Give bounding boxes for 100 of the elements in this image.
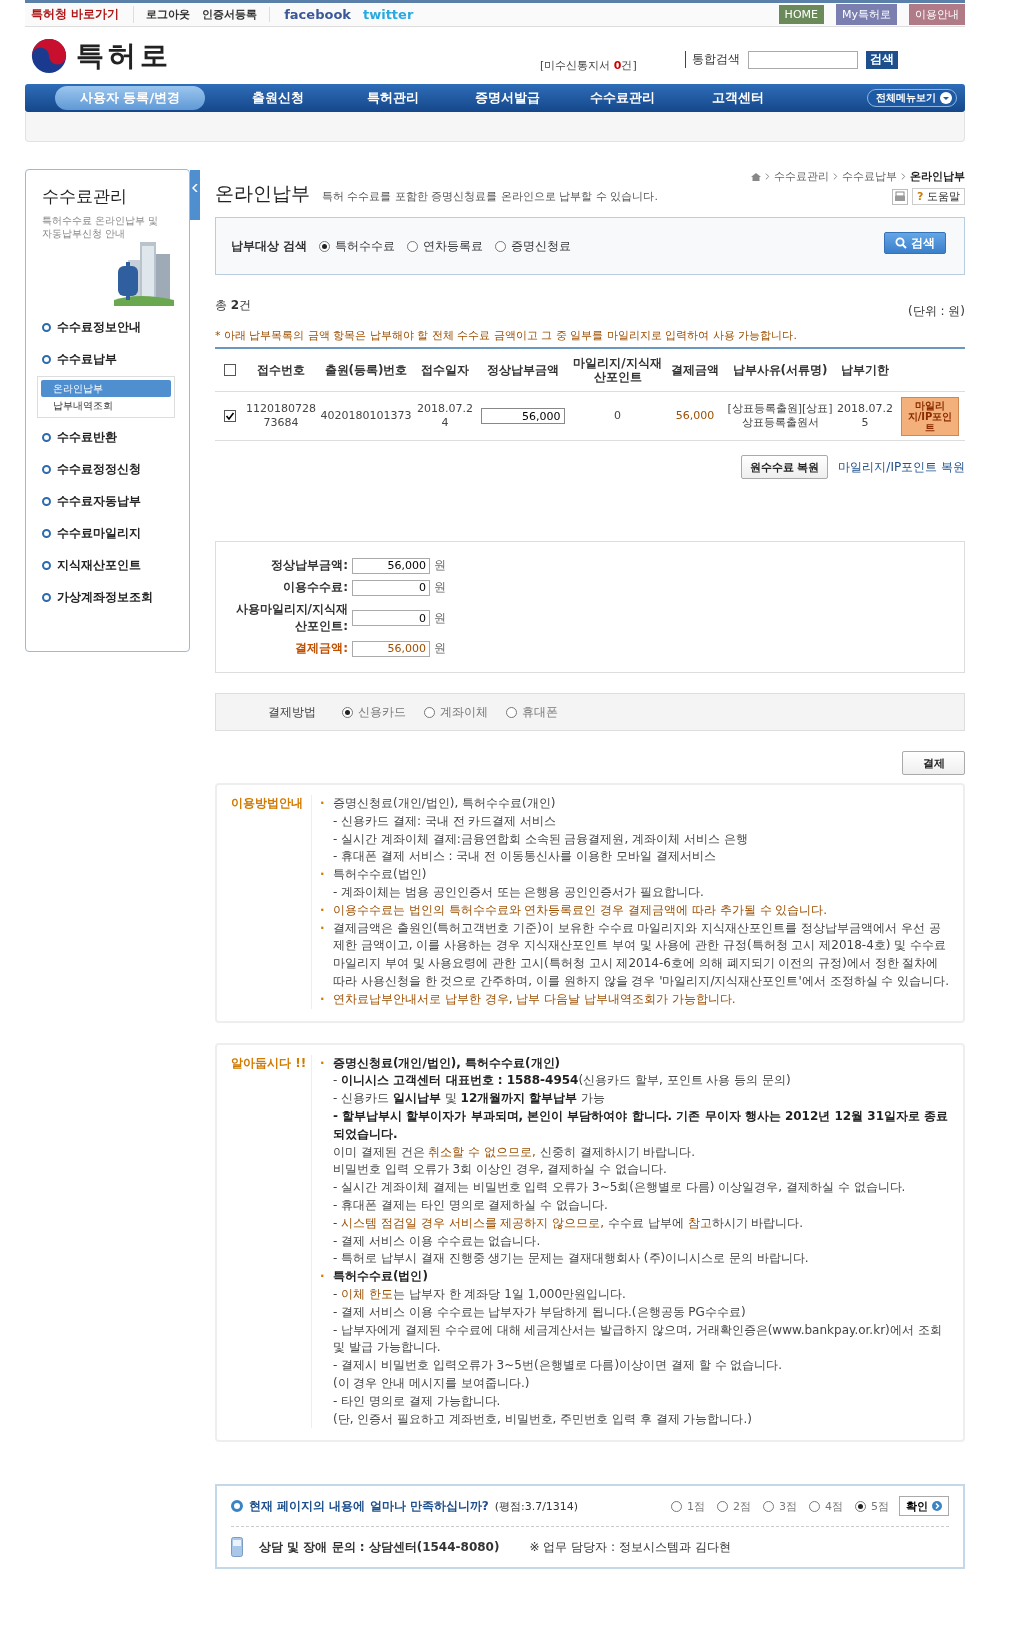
search-field[interactable] [747,50,858,69]
contact-text: 상담 및 장애 문의 : 상담센터(1544-8080) [259,1538,500,1556]
nav-tab[interactable]: 증명서발급 [450,86,565,110]
unit-label: (단위 : 원) [907,303,965,320]
nav-tab[interactable]: 특허관리 [335,86,450,110]
sidebar-item[interactable]: 수수료자동납부 [42,486,189,516]
chevron-icon [192,184,198,192]
info-text: 연차료납부안내서로 납부한 경우, 납부 다음날 납부내역조회가 가능합니다. [333,990,737,1008]
page-description: 특허 수수료를 포함한 증명신청료를 온라인으로 납부할 수 있습니다. [322,189,658,204]
search-label: 통합검색 [684,51,740,68]
checkbox[interactable] [224,364,236,376]
help-button[interactable]: ? 도움말 [912,188,965,205]
radio-button[interactable] [763,1500,774,1512]
info-text: (단, 인증서 필요하고 계좌번호, 비밀번호, 주민번호 입력 후 결제 가능합니다.) [333,1410,753,1428]
info-text: - 결제 서비스 이용 수수료는 없습니다. [333,1232,542,1250]
notice-text: * 아래 납부목록의 금액 항목은 납부해야 할 전체 수수료 금액이고 그 중 일부를 마일리지로 입력하여 사용 가능합니다. [215,328,798,343]
summary-label: 이용수수료: [282,579,348,596]
info-text: - 이체 한도는 납부자 한 계좌당 1일 1,000만원입니다. [333,1285,627,1303]
shortcut-link[interactable]: 특허청 바로가기 [25,6,135,23]
sidebar-item[interactable]: 가상계좌정보조회 [42,582,189,612]
restore-button[interactable]: 원수수료 복원 [740,455,829,479]
table-cell: 4020180101373 [320,409,412,423]
amount-field[interactable]: 56,000 [352,640,430,657]
search-icon [895,237,907,249]
column-header: 납부기한 [841,363,889,377]
home-icon[interactable] [751,171,761,182]
bullet-mark: · [320,990,326,1008]
logo-text[interactable]: 특허로 [76,36,172,75]
sidebar-item[interactable]: 수수료정보안내 [42,312,189,342]
info-text: 특허수수료(법인) [333,866,428,884]
top-button[interactable]: HOME [778,5,824,24]
radio-button[interactable] [506,706,517,718]
radio-label: 계좌이체 [440,703,488,721]
collapse-tab[interactable] [190,170,200,220]
info-title: 알아둡시다 !! [231,1054,312,1429]
breadcrumb-link[interactable]: 수수료납부 [842,169,897,184]
radio-button[interactable] [495,240,507,252]
table-cell: 56,000 [675,409,715,423]
submenu-item[interactable]: 납부내역조회 [41,397,171,414]
print-icon[interactable] [892,188,909,205]
total-count: 총 2건 [215,297,252,314]
payment-method-label: 결제방법 [268,703,316,721]
radio-button[interactable] [342,706,353,718]
radio-button[interactable] [855,1500,866,1512]
rating-text: (평점:3.7/1314) [494,1498,579,1514]
breadcrumb-link[interactable]: 수수료관리 [774,169,829,184]
radio-button[interactable] [809,1500,820,1512]
emblem-icon [30,36,68,75]
info-text: - 결제 서비스 이용 수수료는 납부자가 부담하게 됩니다.(은행공동 PG수수료) [333,1303,747,1321]
search-button[interactable]: 검색 [865,50,898,69]
radio-button[interactable] [671,1500,682,1512]
sidebar-item[interactable]: 지식재산포인트 [42,550,189,580]
radio-label: 5점 [871,1498,889,1514]
bullet-icon [231,1500,243,1513]
sidebar-item[interactable]: 수수료정정신청 [42,454,189,484]
manager-text: ※ 업무 담당자 : 정보시스템과 김다현 [529,1538,731,1556]
bullet-mark: · [320,1268,326,1286]
nav-tab[interactable]: 수수료관리 [565,86,680,110]
points-button[interactable]: 마일리지/IP포인트 [901,396,959,436]
amount-field[interactable]: 56,000 [352,557,430,574]
info-text: - 이니시스 고객센터 대표번호 : 1588-4954(신용카드 할부, 포인트 사용 등의 문의) [333,1072,792,1090]
pay-button[interactable]: 결제 [902,751,965,775]
top-link[interactable]: 로그아웃 [146,7,191,22]
facebook-link[interactable]: facebook [269,7,351,22]
radio-button[interactable] [407,240,419,252]
all-menu-button[interactable]: 전체메뉴보기 [867,89,957,107]
bullet-mark: · [320,919,326,937]
top-link[interactable]: 인증서등록 [202,7,258,22]
nav-tab[interactable]: 출원신청 [220,86,335,110]
sidebar-item[interactable]: 수수료마일리지 [42,518,189,548]
notice-count[interactable]: [미수신통지서 0건] [540,58,637,73]
bullet-mark: · [320,901,326,919]
sidebar-item[interactable]: 수수료반환 [42,422,189,452]
column-header: 납부사유(서류명) [732,363,828,377]
info-text: - 휴대폰 결제는 타인 명의로 결제하실 수 없습니다. [333,1196,609,1214]
chevron-icon [833,173,838,180]
restore-link[interactable]: 마일리지/IP포인트 복원 [838,458,965,476]
radio-button[interactable] [424,706,435,718]
amount-field[interactable]: 0 [352,610,430,626]
confirm-button[interactable]: 확인 [899,1496,949,1517]
summary-label: 정상납부금액: [270,557,348,574]
amount-field[interactable]: 56,000 [480,408,565,424]
info-text: (이 경우 안내 메시지를 보여줍니다.) [333,1374,531,1392]
radio-button[interactable] [717,1500,728,1512]
top-button[interactable]: 이용안내 [909,4,965,25]
top-button[interactable]: My특허로 [836,4,897,25]
column-header: 접수번호 [257,363,305,377]
column-header: 마일리지/지식재산포인트 [572,356,663,384]
radio-button[interactable] [319,240,331,252]
chevron-icon [901,173,906,180]
sidebar-item[interactable]: 수수료납부 [42,344,189,374]
amount-field[interactable]: 0 [352,579,430,596]
nav-tab[interactable]: 고객센터 [680,86,795,110]
info-text: - 특허로 납부시 결재 진행중 생기는 문제는 결재대행회사 (주)이니시스로 문의 바랍니다. [333,1250,810,1268]
info-text: - 실시간 계좌이체 결제는 비밀번호 입력 오류가 3~5회(은행별로 다름) 이상일경우, 결제하실 수 없습니다. [333,1179,907,1197]
info-text: 비밀번호 입력 오류가 3회 이상인 경우, 결제하실 수 없습니다. [333,1161,668,1179]
breadcrumb-link[interactable]: 온라인납부 [910,169,965,184]
checkbox[interactable] [224,410,236,422]
page-title: 온라인납부 [215,181,310,206]
column-header: 출원(등록)번호 [324,363,408,377]
